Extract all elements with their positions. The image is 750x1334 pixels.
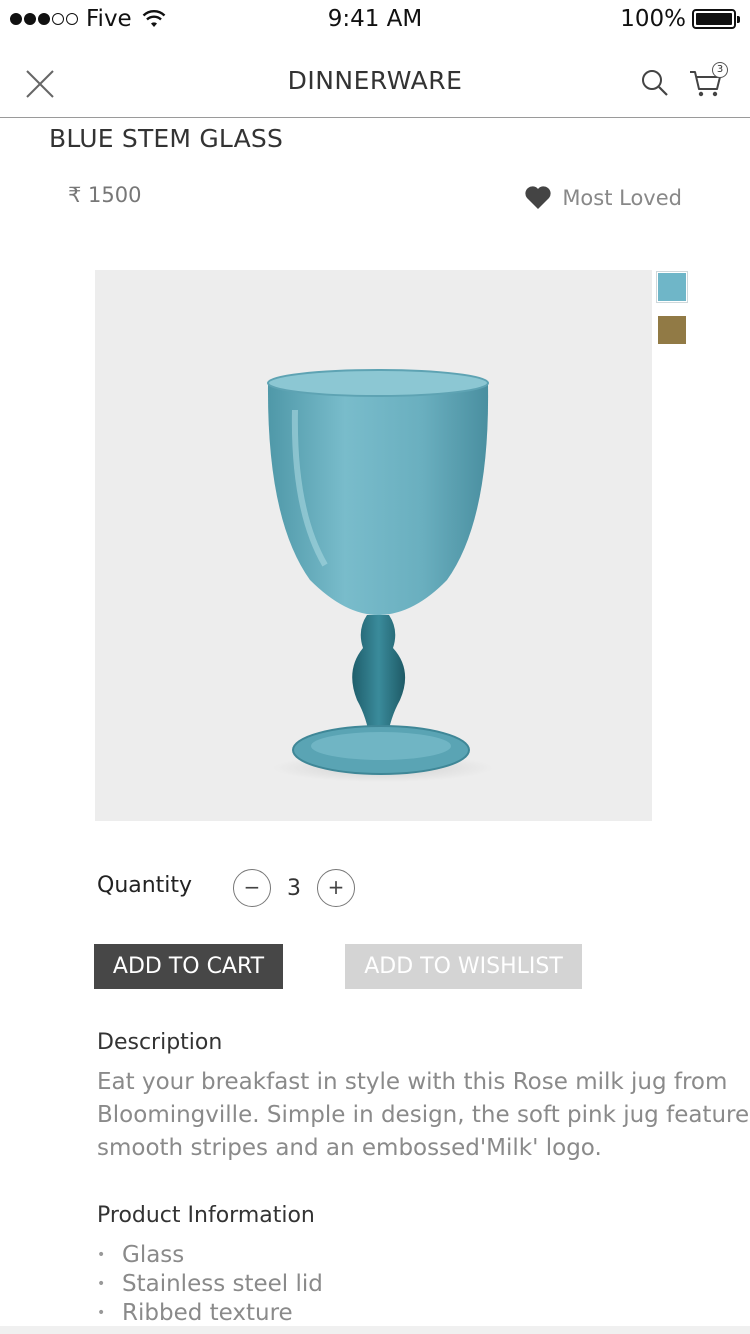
description-line: Eat your breakfast in style with this Ro…: [97, 1069, 728, 1095]
stem-glass-image: [95, 270, 652, 821]
swatch-blue[interactable]: [656, 271, 688, 303]
product-info-title: Product Information: [97, 1203, 315, 1228]
add-to-cart-button[interactable]: ADD TO CART: [94, 944, 283, 989]
description-line: smooth stripes and an embossed'Milk' log…: [97, 1135, 602, 1161]
cart-count-badge: 3: [712, 62, 728, 78]
list-item-text: Glass: [122, 1242, 185, 1268]
quantity-value: 3: [287, 876, 301, 901]
status-right: 100%: [620, 6, 740, 32]
close-button[interactable]: [24, 68, 56, 100]
page-title: DINNERWARE: [287, 66, 463, 95]
list-item: • Stainless steel lid: [97, 1270, 323, 1299]
list-item: • Ribbed texture: [97, 1299, 323, 1328]
bottom-edge: [0, 1326, 750, 1334]
list-item-text: Ribbed texture: [122, 1300, 293, 1326]
quantity-increase-button[interactable]: +: [317, 869, 355, 907]
battery-percent: 100%: [620, 6, 686, 32]
description-text: Eat your breakfast in style with this Ro…: [97, 1066, 750, 1165]
nav-header: DINNERWARE: [0, 48, 750, 118]
swatch-gold[interactable]: [658, 316, 686, 344]
description-line: Bloomingville. Simple in design, the sof…: [97, 1102, 750, 1128]
list-item: • Glass: [97, 1241, 323, 1270]
product-info-list: • Glass • Stainless steel lid • Ribbed text…: [97, 1241, 323, 1328]
search-icon: [642, 70, 668, 96]
status-bar: Five 9:41 AM 100%: [0, 0, 750, 40]
most-loved-toggle[interactable]: Most Loved: [524, 185, 682, 210]
search-button[interactable]: [640, 68, 670, 98]
quantity-decrease-button[interactable]: −: [233, 869, 271, 907]
heart-icon: [525, 186, 551, 209]
bullet-icon: •: [97, 1247, 106, 1263]
product-title: BLUE STEM GLASS: [49, 124, 284, 153]
close-icon: [26, 70, 54, 98]
bullet-icon: •: [97, 1276, 106, 1292]
quantity-label: Quantity: [97, 873, 193, 898]
list-item-text: Stainless steel lid: [122, 1271, 323, 1297]
add-to-wishlist-button[interactable]: ADD TO WISHLIST: [345, 944, 582, 989]
most-loved-label: Most Loved: [562, 185, 682, 210]
battery-icon: [692, 9, 740, 29]
description-title: Description: [97, 1030, 223, 1055]
product-price: ₹ 1500: [68, 183, 142, 207]
product-image[interactable]: [95, 270, 652, 821]
bullet-icon: •: [97, 1305, 106, 1321]
